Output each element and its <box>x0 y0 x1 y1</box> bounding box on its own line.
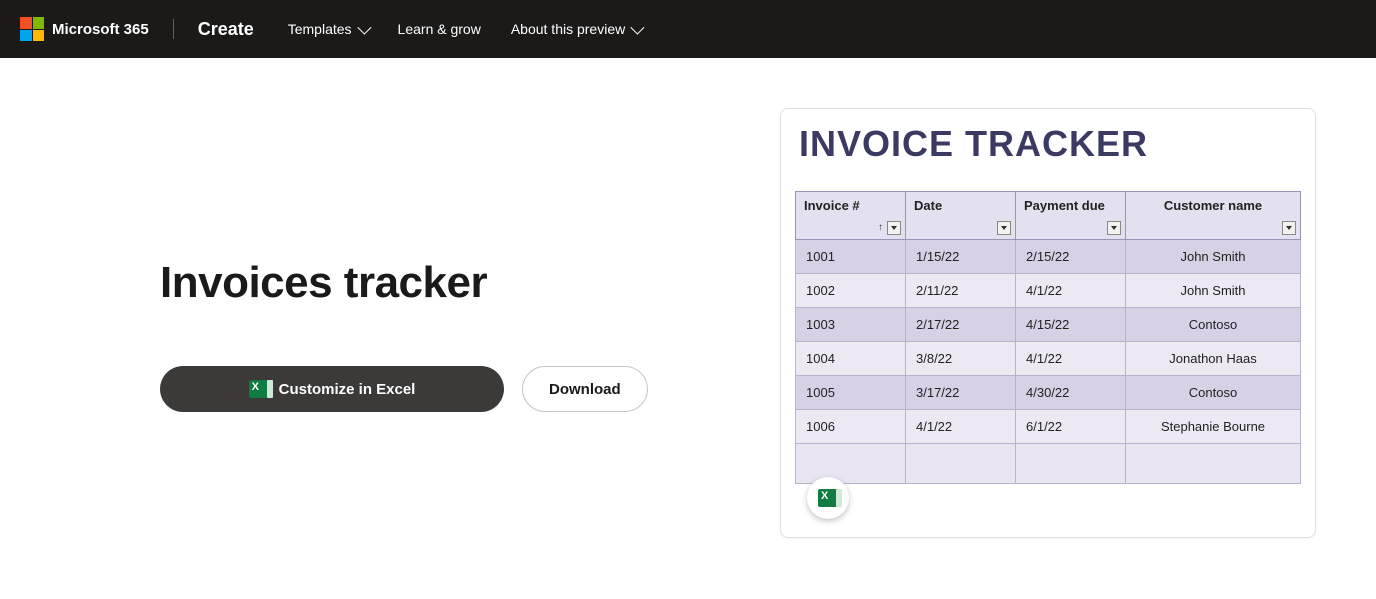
nav-learn[interactable]: Learn & grow <box>398 21 481 37</box>
sort-ascending-icon: ↑ <box>878 222 883 233</box>
table-row: 1004 3/8/22 4/1/22 Jonathon Haas <box>796 342 1301 376</box>
col-invoice-label: Invoice # <box>804 198 860 213</box>
nav-learn-label: Learn & grow <box>398 21 481 37</box>
table-row: 1003 2/17/22 4/15/22 Contoso <box>796 308 1301 342</box>
cell-due: 4/15/22 <box>1016 308 1126 342</box>
col-date-label: Date <box>914 198 942 213</box>
excel-icon <box>249 380 269 398</box>
cell-customer: Contoso <box>1126 376 1301 410</box>
cell-customer: Stephanie Bourne <box>1126 410 1301 444</box>
nav-templates-label: Templates <box>288 21 352 37</box>
cell-due: 6/1/22 <box>1016 410 1126 444</box>
col-invoice: Invoice # ↑ <box>796 192 906 240</box>
cell-due: 4/1/22 <box>1016 342 1126 376</box>
cell-invoice: 1005 <box>796 376 906 410</box>
cell-invoice: 1001 <box>796 240 906 274</box>
template-preview-card: INVOICE TRACKER Invoice # ↑ Date Payment… <box>780 108 1316 538</box>
cell-due: 4/30/22 <box>1016 376 1126 410</box>
cell-invoice: 1004 <box>796 342 906 376</box>
cell-date: 1/15/22 <box>906 240 1016 274</box>
top-nav: Templates Learn & grow About this previe… <box>288 21 642 37</box>
table-row: 1005 3/17/22 4/30/22 Contoso <box>796 376 1301 410</box>
filter-button[interactable] <box>1282 221 1296 235</box>
chevron-down-icon <box>631 21 645 35</box>
triangle-down-icon <box>1286 226 1292 230</box>
nav-about[interactable]: About this preview <box>511 21 641 37</box>
cell-due: 4/1/22 <box>1016 274 1126 308</box>
create-link[interactable]: Create <box>198 19 254 40</box>
customize-label: Customize in Excel <box>279 381 416 398</box>
download-label: Download <box>549 381 621 398</box>
filter-button[interactable] <box>1107 221 1121 235</box>
cell-date: 2/11/22 <box>906 274 1016 308</box>
table-row: 1002 2/11/22 4/1/22 John Smith <box>796 274 1301 308</box>
col-customer: Customer name <box>1126 192 1301 240</box>
customize-in-excel-button[interactable]: Customize in Excel <box>160 366 504 412</box>
chevron-down-icon <box>357 21 371 35</box>
table-header-row: Invoice # ↑ Date Payment due Customer na… <box>796 192 1301 240</box>
filter-button[interactable] <box>887 221 901 235</box>
col-date: Date <box>906 192 1016 240</box>
filter-button[interactable] <box>997 221 1011 235</box>
divider <box>173 19 174 39</box>
triangle-down-icon <box>1111 226 1117 230</box>
triangle-down-icon <box>1001 226 1007 230</box>
nav-about-label: About this preview <box>511 21 625 37</box>
global-header: Microsoft 365 Create Templates Learn & g… <box>0 0 1376 58</box>
download-button[interactable]: Download <box>522 366 648 412</box>
col-customer-label: Customer name <box>1164 198 1262 213</box>
col-payment-due: Payment due <box>1016 192 1126 240</box>
table-row: 1006 4/1/22 6/1/22 Stephanie Bourne <box>796 410 1301 444</box>
cell-invoice: 1006 <box>796 410 906 444</box>
cell-invoice: 1002 <box>796 274 906 308</box>
preview-title: INVOICE TRACKER <box>795 123 1301 165</box>
cell-customer: John Smith <box>1126 274 1301 308</box>
brand-text: Microsoft 365 <box>52 21 149 38</box>
cell-date: 2/17/22 <box>906 308 1016 342</box>
cell-invoice: 1003 <box>796 308 906 342</box>
excel-icon <box>818 489 838 507</box>
main-content: Invoices tracker Customize in Excel Down… <box>0 58 1376 538</box>
cell-date: 3/8/22 <box>906 342 1016 376</box>
cell-due: 2/15/22 <box>1016 240 1126 274</box>
excel-badge <box>807 477 849 519</box>
brand-group[interactable]: Microsoft 365 <box>20 17 149 41</box>
cell-customer: Jonathon Haas <box>1126 342 1301 376</box>
cell-date: 3/17/22 <box>906 376 1016 410</box>
page-title: Invoices tracker <box>160 258 720 308</box>
table-row-empty <box>796 444 1301 484</box>
col-due-label: Payment due <box>1024 198 1105 213</box>
microsoft-logo-icon <box>20 17 44 41</box>
cell-customer: John Smith <box>1126 240 1301 274</box>
cell-customer: Contoso <box>1126 308 1301 342</box>
triangle-down-icon <box>891 226 897 230</box>
invoice-table: Invoice # ↑ Date Payment due Customer na… <box>795 191 1301 484</box>
action-buttons: Customize in Excel Download <box>160 366 720 412</box>
table-row: 1001 1/15/22 2/15/22 John Smith <box>796 240 1301 274</box>
left-column: Invoices tracker Customize in Excel Down… <box>160 108 720 412</box>
cell-date: 4/1/22 <box>906 410 1016 444</box>
nav-templates[interactable]: Templates <box>288 21 368 37</box>
